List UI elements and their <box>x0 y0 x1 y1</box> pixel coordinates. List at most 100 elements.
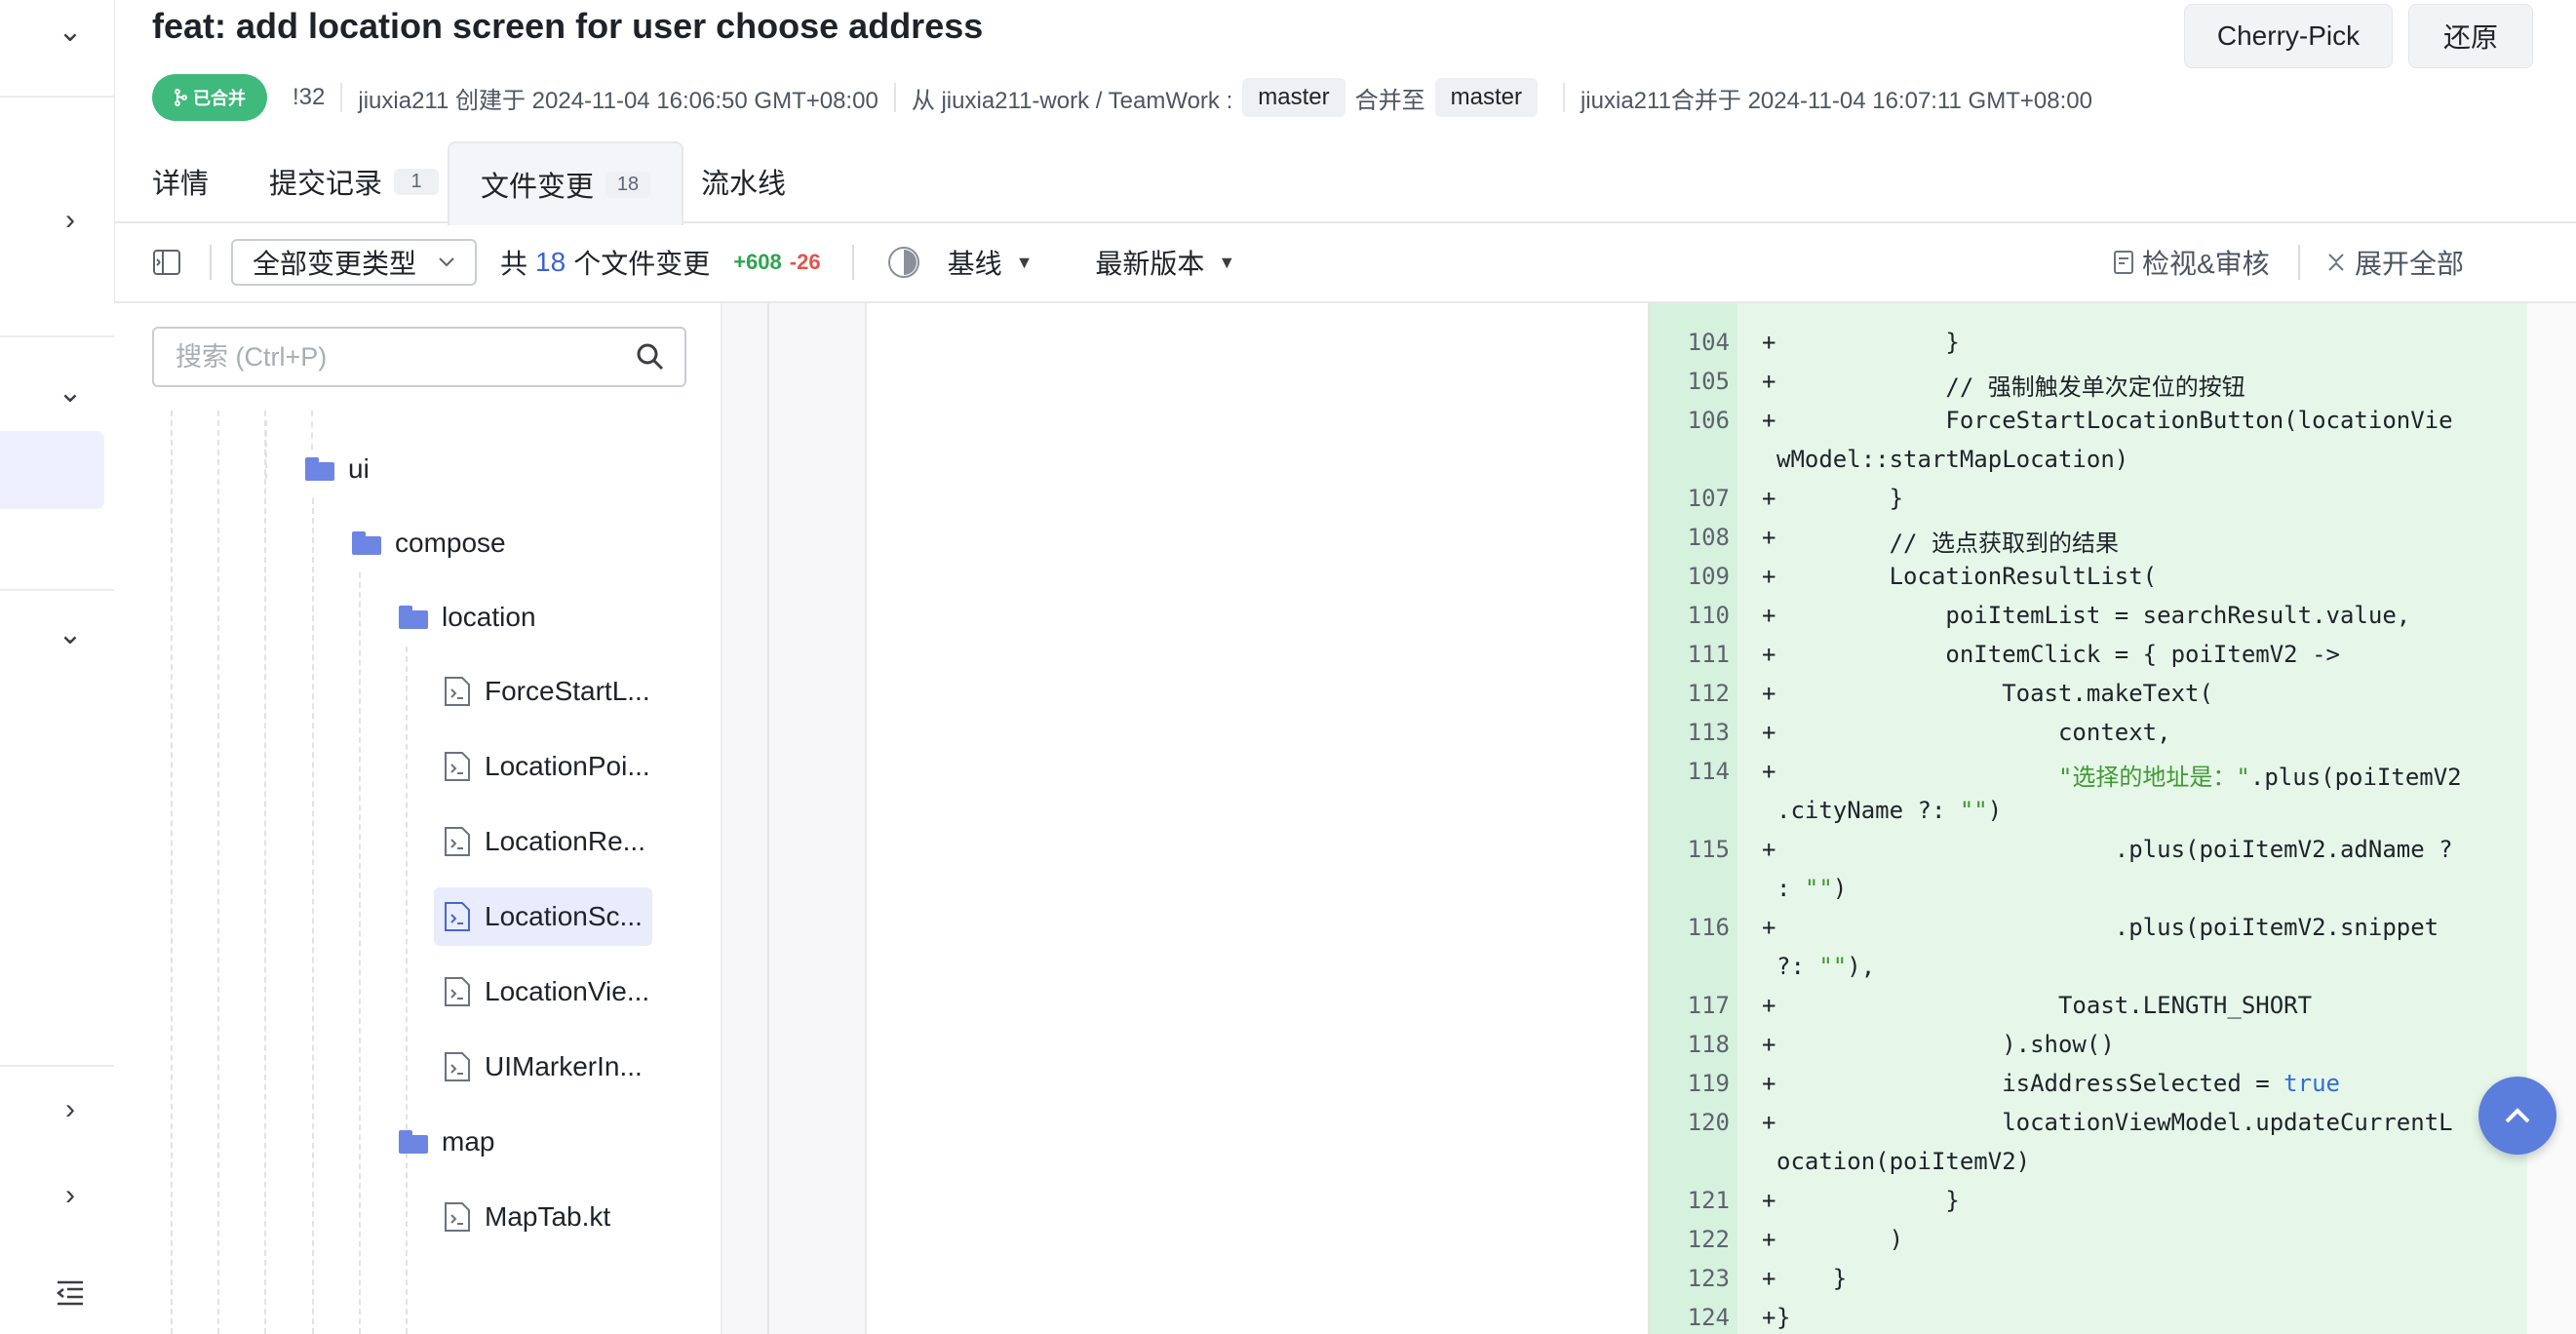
chevron-down-icon[interactable]: ⌄ <box>51 614 90 653</box>
chevron-right-icon[interactable]: › <box>51 1090 90 1129</box>
tab-count: 1 <box>394 168 440 195</box>
status-badge: 已合并 <box>152 74 267 121</box>
tab-pipeline[interactable]: 流水线 <box>701 141 786 221</box>
tree-node-label: LocationPoi... <box>485 751 650 781</box>
tree-folder-compose[interactable]: compose <box>352 514 506 572</box>
divider <box>893 83 896 112</box>
tab-file-changes[interactable]: 文件变更 18 <box>448 141 684 225</box>
added-marker: + <box>1762 836 1776 863</box>
additions-count: +608 <box>733 250 782 274</box>
status-badge-label: 已合并 <box>193 89 246 108</box>
line-number: 111 <box>1687 641 1730 668</box>
merged-info: jiuxia211合并于 2024-11-04 16:07:11 GMT+08:… <box>1580 87 2092 114</box>
added-marker: + <box>1762 641 1776 668</box>
file-count: 18 <box>535 247 566 277</box>
merge-into-label: 合并至 <box>1354 87 1425 114</box>
added-marker: + <box>1762 329 1776 356</box>
tree-folder-location[interactable]: location <box>399 588 536 647</box>
added-marker: + <box>1762 368 1776 395</box>
line-number: 122 <box>1687 1226 1730 1253</box>
tree-file-selected[interactable]: LocationSc... <box>434 887 652 946</box>
merge-icon <box>175 89 187 106</box>
total-suffix: 个文件变更 <box>573 249 711 279</box>
baseline-select[interactable]: 基线 <box>948 243 1002 282</box>
tree-file[interactable]: LocationVie... <box>444 962 649 1021</box>
code-line: ?: ""), <box>1776 953 1876 980</box>
chevron-right-icon[interactable]: › <box>51 1176 90 1215</box>
expand-icon <box>2328 254 2344 271</box>
added-marker: + <box>1762 680 1776 707</box>
file-search[interactable] <box>152 327 686 387</box>
scrollbar[interactable] <box>2527 303 2576 1334</box>
tree-file[interactable]: ForceStartL... <box>444 662 650 721</box>
search-input[interactable] <box>174 340 606 373</box>
tree-file[interactable]: MapTab.kt <box>444 1188 610 1246</box>
line-number: 114 <box>1687 758 1730 785</box>
added-marker: + <box>1762 1109 1776 1136</box>
cherry-pick-button[interactable]: Cherry-Pick <box>2184 4 2393 68</box>
code-file-icon <box>445 1202 470 1232</box>
file-tree-panel: ui compose location ForceStartL... Locat… <box>114 303 722 1334</box>
chevron-down-icon <box>438 256 455 268</box>
code-line: // 选点获取到的结果 <box>1776 530 2119 557</box>
search-icon[interactable] <box>636 342 665 372</box>
chevron-down-icon[interactable]: ⌄ <box>51 373 90 412</box>
code-file-icon <box>445 752 470 781</box>
total-prefix: 共 <box>500 249 528 279</box>
added-marker: + <box>1762 485 1776 512</box>
chevron-right-icon[interactable]: › <box>51 201 90 240</box>
contrast-icon[interactable] <box>887 246 920 279</box>
divider <box>851 245 854 280</box>
tree-node-label: LocationRe... <box>485 826 645 856</box>
line-number: 116 <box>1687 914 1730 941</box>
old-code-pane <box>867 303 1647 1334</box>
folder-icon <box>399 1130 428 1154</box>
review-icon <box>2114 251 2133 274</box>
tree-guide <box>359 572 361 1334</box>
code-line: poiItemList = searchResult.value, <box>1776 602 2411 629</box>
divider <box>1562 83 1565 112</box>
tree-file[interactable]: LocationRe... <box>444 812 645 871</box>
line-number: 105 <box>1687 368 1730 395</box>
review-button[interactable]: 检视&审核 <box>2113 243 2270 282</box>
rail-selected-item[interactable] <box>0 431 104 509</box>
added-marker: + <box>1762 1031 1776 1058</box>
chevron-down-icon[interactable]: ⌄ <box>51 12 90 51</box>
tab-details[interactable]: 详情 <box>152 141 209 221</box>
caret-down-icon[interactable]: ▼ <box>1016 253 1034 273</box>
collapse-menu-icon[interactable] <box>51 1274 90 1313</box>
left-rail: ⌄ › ⌄ ⌄ › › <box>0 0 115 1334</box>
tab-label: 提交记录 <box>269 169 383 200</box>
tree-guide <box>171 411 173 1334</box>
code-line: ForceStartLocationButton(locationVie <box>1776 407 2453 434</box>
tree-file[interactable]: UIMarkerIn... <box>444 1038 643 1096</box>
new-code-pane: 104 + } 105 + // 强制触发单次定位的按钮 106 + ForceStart… <box>1648 303 2529 1334</box>
scroll-to-top-button[interactable] <box>2478 1077 2556 1155</box>
line-number: 106 <box>1687 407 1730 434</box>
tree-node-label: location <box>442 602 536 632</box>
revert-button[interactable]: 还原 <box>2408 4 2533 68</box>
toggle-sidebar-icon[interactable] <box>153 250 180 275</box>
source-branch[interactable]: master <box>1242 78 1346 117</box>
tree-file[interactable]: LocationPoi... <box>444 737 650 796</box>
source-repo: 从 jiuxia211-work / TeamWork : <box>911 87 1233 114</box>
code-line: } <box>1776 485 1904 512</box>
line-number: 117 <box>1687 992 1730 1019</box>
tree-folder-ui[interactable]: ui <box>305 440 370 498</box>
change-type-select[interactable]: 全部变更类型 <box>231 239 478 286</box>
divider <box>340 83 343 112</box>
target-branch[interactable]: master <box>1434 78 1538 117</box>
code-line: ) <box>1776 1226 1904 1253</box>
rail-divider <box>0 1065 114 1067</box>
version-select[interactable]: 最新版本 <box>1095 243 1204 282</box>
line-number: 107 <box>1687 485 1730 512</box>
caret-down-icon[interactable]: ▼ <box>1218 253 1235 273</box>
tab-commits[interactable]: 提交记录 1 <box>269 141 440 221</box>
code-line: "选择的地址是：".plus(poiItemV2 <box>2057 764 2462 791</box>
code-line: Toast.LENGTH_SHORT <box>1776 992 2313 1019</box>
expand-all-button[interactable]: 展开全部 <box>2325 243 2464 282</box>
added-marker: + <box>1762 407 1776 434</box>
folder-icon <box>352 531 381 555</box>
tree-folder-map[interactable]: map <box>399 1113 494 1171</box>
tab-label: 流水线 <box>701 169 787 200</box>
